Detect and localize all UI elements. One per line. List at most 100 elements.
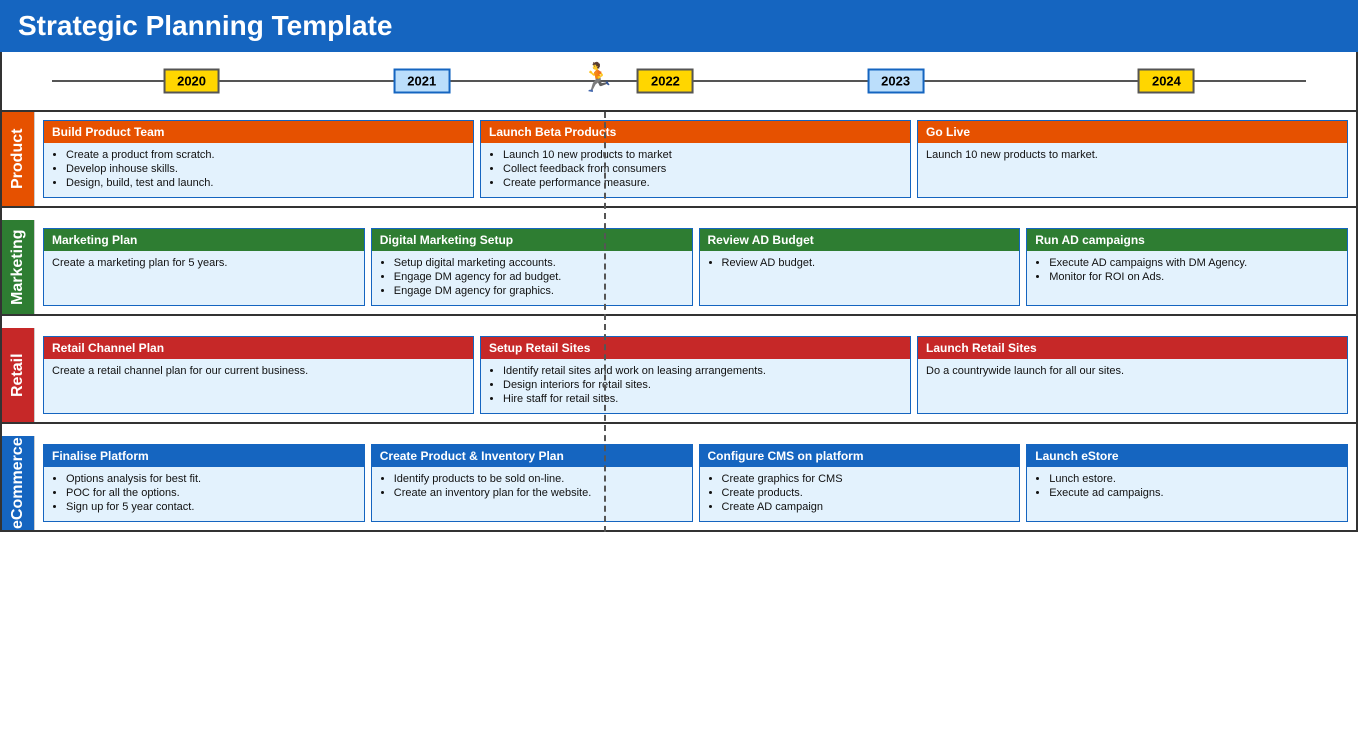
card-marketing-1: Digital Marketing Setup Setup digital mar…: [371, 228, 693, 306]
card-header-ecommerce-2: Configure CMS on platform: [700, 445, 1020, 467]
list-item: Design, build, test and launch.: [66, 177, 465, 189]
card-retail-2: Launch Retail SitesDo a countrywide laun…: [917, 336, 1348, 414]
card-header-product-1: Launch Beta Products: [481, 121, 910, 143]
timeline-year-2022: 2022: [637, 69, 694, 94]
card-body-retail-0: Create a retail channel plan for our cur…: [44, 359, 473, 413]
list-item: Engage DM agency for graphics.: [394, 285, 684, 297]
list-item: Lunch estore.: [1049, 473, 1339, 485]
card-ecommerce-1: Create Product & Inventory Plan Identify …: [371, 444, 693, 522]
list-item: POC for all the options.: [66, 487, 356, 499]
list-item: Create a product from scratch.: [66, 149, 465, 161]
row-label-ecommerce: eCommerce: [2, 436, 34, 530]
card-header-ecommerce-0: Finalise Platform: [44, 445, 364, 467]
list-item: Identify products to be sold on-line.: [394, 473, 684, 485]
timeline-year-2020: 2020: [163, 69, 220, 94]
card-header-retail-1: Setup Retail Sites: [481, 337, 910, 359]
row-content-ecommerce: Finalise Platform Options analysis for be…: [34, 436, 1356, 530]
card-list-retail-1: Identify retail sites and work on leasin…: [489, 365, 902, 405]
list-item: Execute ad campaigns.: [1049, 487, 1339, 499]
row-label-marketing: Marketing: [2, 220, 34, 314]
row-label-product: Product: [2, 112, 34, 206]
card-body-product-0: Create a product from scratch. Develop in…: [44, 143, 473, 197]
card-header-product-0: Build Product Team: [44, 121, 473, 143]
list-item: Execute AD campaigns with DM Agency.: [1049, 257, 1339, 269]
card-list-marketing-2: Review AD budget.: [708, 257, 1012, 269]
list-item: Create AD campaign: [722, 501, 1012, 513]
card-list-ecommerce-1: Identify products to be sold on-line. Cre…: [380, 473, 684, 499]
section-divider: [0, 208, 1358, 220]
list-item: Create products.: [722, 487, 1012, 499]
row-marketing: Marketing Marketing PlanCreate a marketin…: [0, 220, 1358, 316]
card-body-marketing-2: Review AD budget.: [700, 251, 1020, 305]
list-item: Identify retail sites and work on leasin…: [503, 365, 902, 377]
timeline-row: 🏃 2020 2021 2022 2023 2024: [0, 52, 1358, 112]
row-content-retail: Retail Channel PlanCreate a retail chann…: [34, 328, 1356, 422]
card-header-marketing-3: Run AD campaigns: [1027, 229, 1347, 251]
card-header-product-2: Go Live: [918, 121, 1347, 143]
section-divider: [0, 316, 1358, 328]
row-retail: Retail Retail Channel PlanCreate a retail…: [0, 328, 1358, 424]
list-item: Options analysis for best fit.: [66, 473, 356, 485]
card-marketing-3: Run AD campaigns Execute AD campaigns wit…: [1026, 228, 1348, 306]
card-body-product-2: Launch 10 new products to market.: [918, 143, 1347, 197]
dashed-divider-line: [604, 112, 606, 532]
row-ecommerce: eCommerce Finalise Platform Options analys…: [0, 436, 1358, 532]
list-item: Create an inventory plan for the website…: [394, 487, 684, 499]
card-ecommerce-3: Launch eStore Lunch estore. Execute ad cam…: [1026, 444, 1348, 522]
timeline-year-2023: 2023: [867, 69, 924, 94]
card-list-marketing-1: Setup digital marketing accounts. Engage …: [380, 257, 684, 297]
list-item: Create performance measure.: [503, 177, 902, 189]
row-label-retail: Retail: [2, 328, 34, 422]
card-marketing-0: Marketing PlanCreate a marketing plan fo…: [43, 228, 365, 306]
card-retail-0: Retail Channel PlanCreate a retail chann…: [43, 336, 474, 414]
card-list-ecommerce-0: Options analysis for best fit. POC for al…: [52, 473, 356, 513]
card-body-ecommerce-0: Options analysis for best fit. POC for al…: [44, 467, 364, 521]
card-header-marketing-0: Marketing Plan: [44, 229, 364, 251]
page-title: Strategic Planning Template: [18, 10, 392, 41]
card-ecommerce-0: Finalise Platform Options analysis for be…: [43, 444, 365, 522]
card-body-retail-1: Identify retail sites and work on leasin…: [481, 359, 910, 413]
card-body-product-1: Launch 10 new products to market Collect …: [481, 143, 910, 197]
list-item: Collect feedback from consumers: [503, 163, 902, 175]
list-item: Sign up for 5 year contact.: [66, 501, 356, 513]
section-divider: [0, 424, 1358, 436]
card-body-retail-2: Do a countrywide launch for all our site…: [918, 359, 1347, 413]
list-item: Design interiors for retail sites.: [503, 379, 902, 391]
card-list-marketing-3: Execute AD campaigns with DM Agency. Moni…: [1035, 257, 1339, 283]
card-marketing-2: Review AD Budget Review AD budget.: [699, 228, 1021, 306]
runner-icon: 🏃: [580, 61, 615, 94]
list-item: Setup digital marketing accounts.: [394, 257, 684, 269]
card-header-ecommerce-1: Create Product & Inventory Plan: [372, 445, 692, 467]
card-list-ecommerce-3: Lunch estore. Execute ad campaigns.: [1035, 473, 1339, 499]
card-retail-1: Setup Retail Sites Identify retail sites …: [480, 336, 911, 414]
list-item: Launch 10 new products to market: [503, 149, 902, 161]
card-product-1: Launch Beta ProductsLaunch 10 new produc…: [480, 120, 911, 198]
card-product-0: Build Product Team Create a product from …: [43, 120, 474, 198]
list-item: Monitor for ROI on Ads.: [1049, 271, 1339, 283]
card-list-ecommerce-2: Create graphics for CMS Create products. C…: [708, 473, 1012, 513]
row-content-product: Build Product Team Create a product from …: [34, 112, 1356, 206]
list-item: Create graphics for CMS: [722, 473, 1012, 485]
row-content-marketing: Marketing PlanCreate a marketing plan fo…: [34, 220, 1356, 314]
list-item: Hire staff for retail sites.: [503, 393, 902, 405]
card-body-marketing-1: Setup digital marketing accounts. Engage …: [372, 251, 692, 305]
card-list-product-0: Create a product from scratch. Develop in…: [52, 149, 465, 189]
list-item: Review AD budget.: [722, 257, 1012, 269]
card-header-retail-2: Launch Retail Sites: [918, 337, 1347, 359]
card-body-ecommerce-2: Create graphics for CMS Create products. C…: [700, 467, 1020, 521]
card-header-retail-0: Retail Channel Plan: [44, 337, 473, 359]
card-header-marketing-2: Review AD Budget: [700, 229, 1020, 251]
card-header-ecommerce-3: Launch eStore: [1027, 445, 1347, 467]
card-body-ecommerce-1: Identify products to be sold on-line. Cre…: [372, 467, 692, 521]
timeline-year-2024: 2024: [1138, 69, 1195, 94]
card-body-marketing-0: Create a marketing plan for 5 years.: [44, 251, 364, 305]
card-header-marketing-1: Digital Marketing Setup: [372, 229, 692, 251]
list-item: Engage DM agency for ad budget.: [394, 271, 684, 283]
card-body-ecommerce-3: Lunch estore. Execute ad campaigns.: [1027, 467, 1347, 521]
page-header: Strategic Planning Template: [0, 0, 1358, 52]
row-product: Product Build Product Team Create a produc…: [0, 112, 1358, 208]
card-body-marketing-3: Execute AD campaigns with DM Agency. Moni…: [1027, 251, 1347, 305]
timeline-year-2021: 2021: [393, 69, 450, 94]
card-product-2: Go LiveLaunch 10 new products to market.: [917, 120, 1348, 198]
list-item: Develop inhouse skills.: [66, 163, 465, 175]
